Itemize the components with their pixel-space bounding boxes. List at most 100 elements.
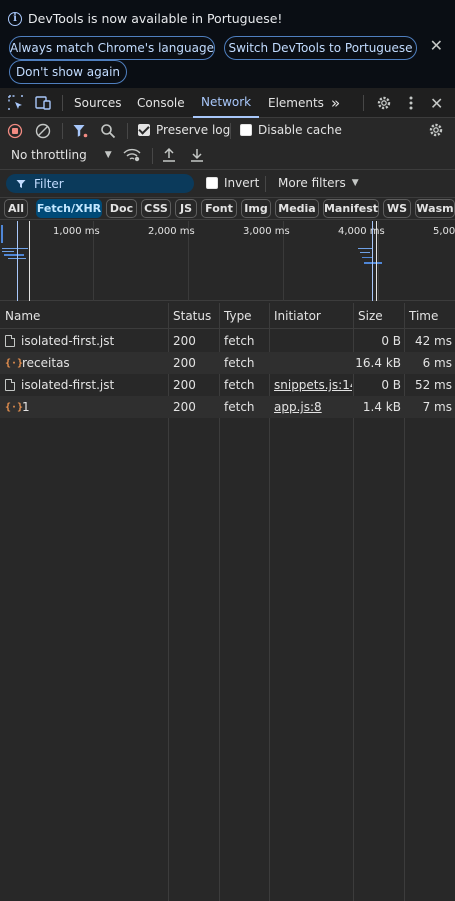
tab-sources[interactable]: Sources xyxy=(74,88,121,118)
chip-img[interactable]: Img xyxy=(241,199,271,218)
invert-checkbox[interactable] xyxy=(206,177,218,189)
search-icon[interactable] xyxy=(100,123,116,139)
export-har-icon[interactable] xyxy=(190,147,204,163)
request-name-cell: {·} 1 xyxy=(5,396,165,418)
settings-gear-icon[interactable] xyxy=(376,95,392,111)
disable-cache-checkbox[interactable] xyxy=(240,124,252,136)
network-conditions-icon[interactable] xyxy=(123,148,141,162)
status-cell: 200 xyxy=(173,400,196,414)
toolbar-divider xyxy=(127,123,128,139)
more-filters-dropdown[interactable]: More filters ▼ xyxy=(278,176,359,190)
overview-tick-label: 5,00 xyxy=(433,226,455,237)
tabbar-divider xyxy=(62,95,63,111)
overview-request-bar xyxy=(4,254,24,256)
type-cell: fetch xyxy=(224,378,255,392)
column-header-type[interactable]: Type xyxy=(219,303,269,329)
more-tabs-icon[interactable]: » xyxy=(331,88,340,118)
toolbar-divider xyxy=(230,123,231,139)
overview-domcontentloaded-marker xyxy=(372,221,373,301)
inspect-element-icon[interactable] xyxy=(8,95,24,111)
chip-manifest[interactable]: Manifest xyxy=(323,199,379,218)
overview-request-bar xyxy=(1,225,3,243)
overview-tick-label: 3,000 ms xyxy=(243,226,290,237)
initiator-link[interactable]: snippets.js:143. xyxy=(274,374,352,396)
table-row[interactable]: isolated-first.jst 200 fetch snippets.js… xyxy=(0,374,455,396)
file-icon xyxy=(5,335,15,347)
time-cell: 7 ms xyxy=(422,400,452,414)
close-icon[interactable]: ✕ xyxy=(430,36,443,55)
column-header-status[interactable]: Status xyxy=(168,303,219,329)
preserve-log-checkbox[interactable] xyxy=(138,124,150,136)
device-toolbar-icon[interactable] xyxy=(34,95,52,111)
column-header-size[interactable]: Size xyxy=(353,303,404,329)
initiator-link[interactable]: app.js:8 xyxy=(274,396,352,418)
json-icon: {·} xyxy=(5,401,24,413)
time-cell: 6 ms xyxy=(422,356,452,370)
chip-media[interactable]: Media xyxy=(275,199,319,218)
throttling-select[interactable]: No throttling ▼ xyxy=(11,148,112,162)
chip-js[interactable]: JS xyxy=(175,199,197,218)
json-icon: {·} xyxy=(5,357,24,369)
request-name-cell: isolated-first.jst xyxy=(5,330,165,352)
info-icon: i xyxy=(8,11,22,26)
filter-funnel-icon xyxy=(16,179,26,188)
status-cell: 200 xyxy=(173,378,196,392)
chip-wasm[interactable]: Wasm xyxy=(415,199,455,218)
dont-show-again-button[interactable]: Don't show again xyxy=(9,60,127,84)
network-overview-timeline[interactable]: 1,000 ms 2,000 ms 3,000 ms 4,000 ms 5,00 xyxy=(0,221,455,301)
table-row[interactable]: {·} receitas 200 fetch 16.4 kB 6 ms xyxy=(0,352,455,374)
chip-ws[interactable]: WS xyxy=(383,199,411,218)
throttling-value: No throttling xyxy=(11,148,87,162)
main-tab-bar: Sources Console Network Elements » ✕ xyxy=(0,88,455,118)
request-name-cell: {·} receitas xyxy=(5,352,165,374)
invert-control[interactable]: Invert xyxy=(206,176,259,190)
request-name: 1 xyxy=(22,400,30,414)
clear-icon[interactable] xyxy=(35,123,51,139)
initiator-link[interactable] xyxy=(274,352,352,374)
column-header-time[interactable]: Time xyxy=(404,303,455,329)
disable-cache-label: Disable cache xyxy=(258,123,342,137)
request-name: receitas xyxy=(22,356,70,370)
overview-request-bar xyxy=(362,257,372,258)
table-row[interactable]: {·} 1 200 fetch app.js:8 1.4 kB 7 ms xyxy=(0,396,455,418)
import-har-icon[interactable] xyxy=(162,147,176,163)
initiator-link[interactable] xyxy=(274,330,352,352)
network-settings-gear-icon[interactable] xyxy=(428,122,444,138)
toolbar-divider xyxy=(62,123,63,139)
chip-doc[interactable]: Doc xyxy=(106,199,137,218)
time-cell: 52 ms xyxy=(414,378,452,392)
size-cell: 0 B xyxy=(381,378,401,392)
chip-all[interactable]: All xyxy=(4,199,28,218)
size-cell: 1.4 kB xyxy=(362,400,401,414)
record-stop-icon[interactable] xyxy=(7,123,23,139)
filter-row: Filter Invert More filters ▼ xyxy=(0,170,455,198)
request-name-cell: isolated-first.jst xyxy=(5,374,165,396)
chip-fetch-xhr[interactable]: Fetch/XHR xyxy=(36,199,102,218)
infobar-message-row: i DevTools is now available in Portugues… xyxy=(8,11,282,26)
file-icon xyxy=(5,379,15,391)
overview-tick-label: 4,000 ms xyxy=(338,226,385,237)
match-chrome-language-button[interactable]: Always match Chrome's language xyxy=(9,36,215,60)
column-header-initiator[interactable]: Initiator xyxy=(269,303,353,329)
chip-font[interactable]: Font xyxy=(201,199,237,218)
disable-cache-control[interactable]: Disable cache xyxy=(240,123,342,137)
status-cell: 200 xyxy=(173,334,196,348)
overview-request-bar xyxy=(360,252,370,253)
table-row[interactable]: isolated-first.jst 200 fetch 0 B 42 ms xyxy=(0,330,455,352)
tab-console[interactable]: Console xyxy=(137,88,185,118)
toolbar-divider xyxy=(152,148,153,164)
tab-elements[interactable]: Elements xyxy=(268,88,324,118)
filter-input[interactable]: Filter xyxy=(6,174,194,193)
request-name: isolated-first.jst xyxy=(21,334,115,348)
overview-request-bar xyxy=(364,262,382,264)
language-infobar: i DevTools is now available in Portugues… xyxy=(0,0,455,88)
close-devtools-icon[interactable]: ✕ xyxy=(430,88,443,118)
preserve-log-control[interactable]: Preserve log xyxy=(138,123,230,137)
overview-request-bar xyxy=(358,248,372,249)
column-header-name[interactable]: Name xyxy=(0,303,168,329)
kebab-menu-icon[interactable] xyxy=(405,95,417,111)
filter-funnel-icon[interactable] xyxy=(72,123,88,139)
tab-network[interactable]: Network xyxy=(193,88,260,118)
switch-to-portuguese-button[interactable]: Switch DevTools to Portuguese xyxy=(224,36,417,60)
chip-css[interactable]: CSS xyxy=(141,199,171,218)
